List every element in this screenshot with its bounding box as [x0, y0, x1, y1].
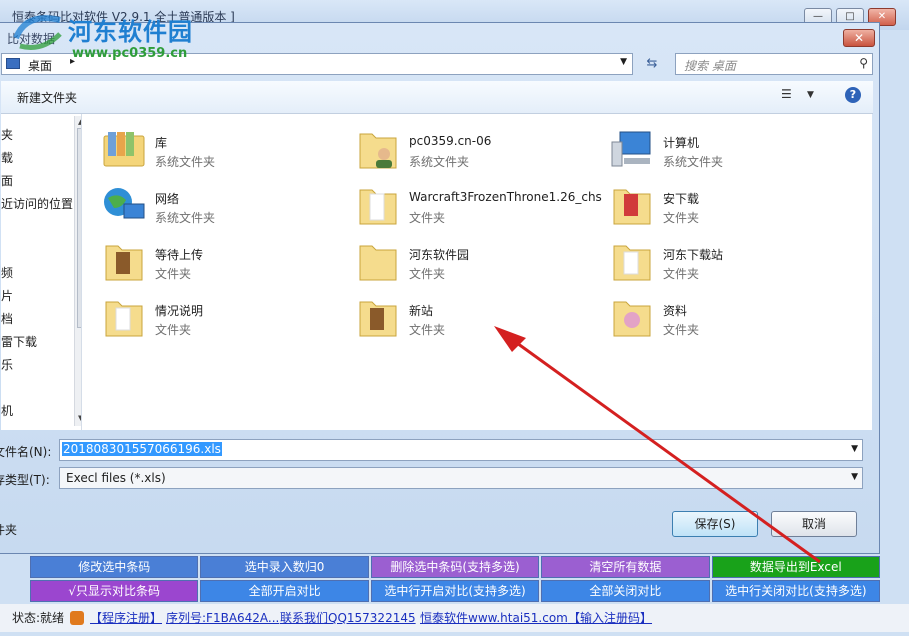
arrow-line	[509, 336, 821, 564]
annotation-arrow	[494, 326, 821, 564]
arrow-head	[494, 326, 526, 352]
